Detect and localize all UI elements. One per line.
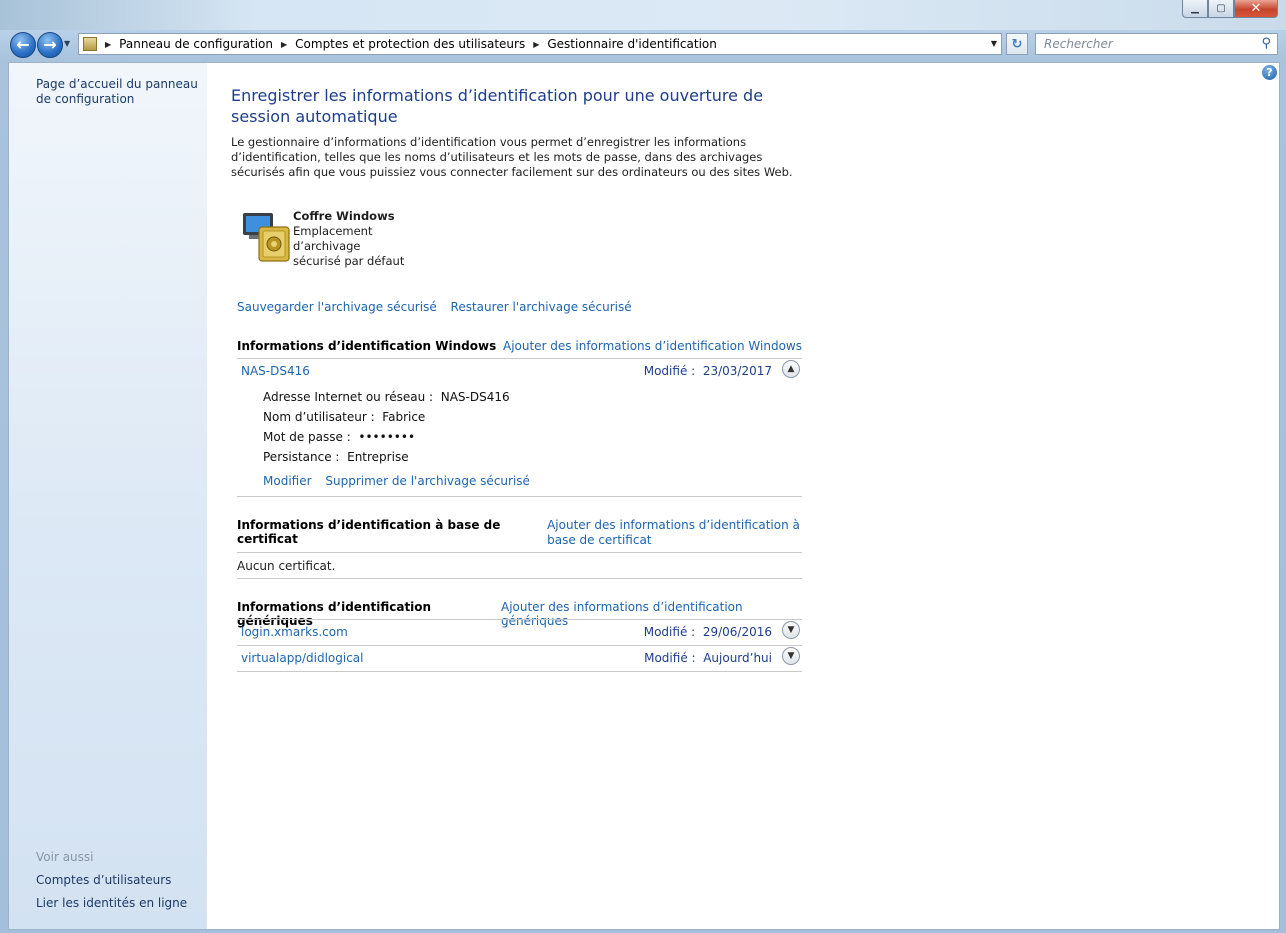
breadcrumb-user-accounts[interactable]: Comptes et protection des utilisateurs xyxy=(295,37,525,51)
add-certificate-credential-link[interactable]: Ajouter des informations d’identificatio… xyxy=(547,518,802,548)
content-area: Page d’accueil du panneau de configurati… xyxy=(8,62,1280,930)
vault-actions: Sauvegarder l'archivage sécurisé Restaur… xyxy=(237,300,642,314)
remove-credential-link[interactable]: Supprimer de l'archivage sécurisé xyxy=(325,474,530,488)
search-placeholder: Rechercher xyxy=(1044,37,1113,51)
breadcrumb-separator-icon[interactable]: ▶ xyxy=(105,40,111,49)
breadcrumb-credential-manager[interactable]: Gestionnaire d'identification xyxy=(547,37,716,51)
add-windows-credential-link[interactable]: Ajouter des informations d’identificatio… xyxy=(503,339,802,353)
help-icon[interactable]: ? xyxy=(1262,65,1277,80)
see-also-label: Voir aussi xyxy=(36,850,94,864)
divider xyxy=(237,645,802,646)
close-button[interactable]: ✕ xyxy=(1234,0,1278,18)
certificate-credentials-heading: Informations d’identification à base de … xyxy=(237,518,501,546)
credential-name[interactable]: login.xmarks.com xyxy=(241,625,348,639)
add-generic-credential-link[interactable]: Ajouter des informations d’identificatio… xyxy=(501,600,802,628)
credential-name[interactable]: virtualapp/didlogical xyxy=(241,651,363,665)
refresh-button[interactable]: ↻ xyxy=(1006,33,1028,55)
page-title: Enregistrer les informations d’identific… xyxy=(231,86,764,126)
page-description: Le gestionnaire d’informations d’identif… xyxy=(231,135,793,179)
navigation-bar: ← → ▼ ▶ Panneau de configuration ▶ Compt… xyxy=(0,30,1286,60)
divider xyxy=(237,619,802,620)
sidebar-link-online-ids[interactable]: Lier les identités en ligne xyxy=(36,896,187,911)
generic-credentials-heading: Informations d’identification génériques xyxy=(237,600,432,628)
restore-vault-link[interactable]: Restaurer l'archivage sécurisé xyxy=(451,300,632,314)
credential-modified: Modifié : Aujourd’hui xyxy=(644,651,772,665)
sidebar: Page d’accueil du panneau de configurati… xyxy=(9,63,207,929)
expand-chevron-icon[interactable]: ▼ xyxy=(782,647,800,665)
breadcrumb-separator-icon[interactable]: ▶ xyxy=(281,40,287,49)
search-input[interactable]: Rechercher ⚲ xyxy=(1035,33,1278,55)
window-controls: ▁ ▢ ✕ xyxy=(1182,0,1278,20)
address-dropdown-icon[interactable]: ▼ xyxy=(991,39,997,48)
certificate-credentials-section: Informations d’identification à base de … xyxy=(237,518,802,548)
divider xyxy=(237,552,802,553)
detail-persistence: Persistance : Entreprise xyxy=(263,450,409,464)
backup-vault-link[interactable]: Sauvegarder l'archivage sécurisé xyxy=(237,300,437,314)
generic-credentials-section: Informations d’identification génériques… xyxy=(237,600,802,628)
collapse-chevron-icon[interactable]: ▲ xyxy=(782,360,800,378)
sidebar-link-user-accounts[interactable]: Comptes d’utilisateurs xyxy=(36,873,171,888)
detail-password: Mot de passe : •••••••• xyxy=(263,430,416,444)
search-icon[interactable]: ⚲ xyxy=(1261,36,1271,51)
credential-modified: Modifié : 29/06/2016 xyxy=(643,625,772,639)
credential-modified: Modifié : 23/03/2017 xyxy=(643,364,772,378)
edit-credential-link[interactable]: Modifier xyxy=(263,474,312,488)
credential-actions: Modifier Supprimer de l'archivage sécuri… xyxy=(263,474,530,488)
divider xyxy=(237,578,802,579)
address-bar[interactable]: ▶ Panneau de configuration ▶ Comptes et … xyxy=(78,33,1002,55)
window-frame: ▁ ▢ ✕ ← → ▼ ▶ Panneau de configuration ▶… xyxy=(0,0,1286,933)
forward-button[interactable]: → xyxy=(37,32,63,58)
control-panel-icon xyxy=(83,37,97,51)
title-bar xyxy=(0,0,1286,30)
minimize-button[interactable]: ▁ xyxy=(1182,0,1208,18)
divider xyxy=(237,671,802,672)
breadcrumb-control-panel[interactable]: Panneau de configuration xyxy=(119,37,273,51)
recent-pages-dropdown-icon[interactable]: ▼ xyxy=(64,39,70,48)
vault-description: Emplacement d’archivage sécurisé par déf… xyxy=(293,224,405,268)
windows-credentials-heading: Informations d’identification Windows xyxy=(237,339,497,353)
credential-name[interactable]: NAS-DS416 xyxy=(241,364,310,378)
divider xyxy=(237,358,802,359)
divider xyxy=(237,496,802,497)
detail-username: Nom d’utilisateur : Fabrice xyxy=(263,410,426,424)
detail-address: Adresse Internet ou réseau : NAS-DS416 xyxy=(263,390,510,404)
sidebar-home-link[interactable]: Page d’accueil du panneau de configurati… xyxy=(36,77,201,107)
vault-name[interactable]: Coffre Windows xyxy=(293,209,408,224)
breadcrumb-separator-icon[interactable]: ▶ xyxy=(533,40,539,49)
maximize-button[interactable]: ▢ xyxy=(1208,0,1234,18)
vault-info[interactable]: Coffre Windows Emplacement d’archivage s… xyxy=(293,209,408,269)
vault-icon xyxy=(243,213,290,262)
expand-chevron-icon[interactable]: ▼ xyxy=(782,621,800,639)
refresh-icon: ↻ xyxy=(1011,36,1023,52)
no-certificate-text: Aucun certificat. xyxy=(237,559,336,573)
windows-credentials-section: Informations d’identification Windows Aj… xyxy=(237,339,802,353)
back-button[interactable]: ← xyxy=(10,32,36,58)
